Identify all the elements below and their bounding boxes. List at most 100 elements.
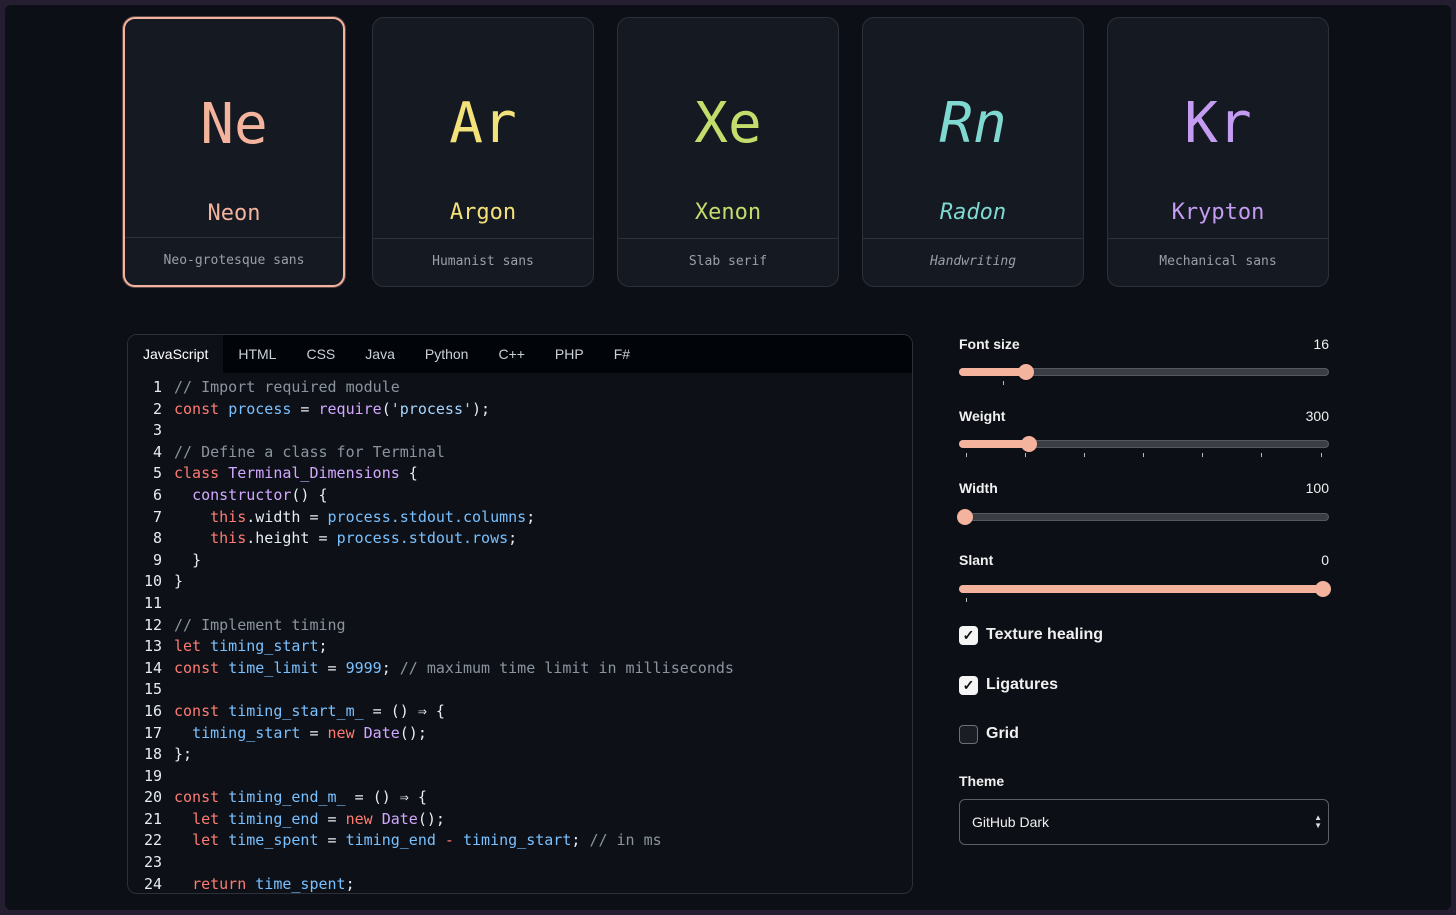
tab-cpp[interactable]: C++ [483,335,539,373]
slider-thumb[interactable] [957,509,973,525]
line-number: 8 [152,529,162,548]
code-line: 8 this.height = process.stdout.rows; [128,528,912,550]
weight-value: 300 [1305,408,1329,424]
slider-thumb[interactable] [1017,364,1034,380]
slant-slider[interactable] [959,581,1331,602]
code-line: 20 const timing_end_m_ = () ⇒ { [128,787,912,809]
line-number: 19 [143,766,162,785]
code-line: 18}; [128,744,912,766]
line-number: 24 [143,874,162,893]
line-number: 1 [152,378,162,396]
slider-tick [1084,453,1085,457]
font-size-slider[interactable] [959,364,1329,385]
code-line: 10} [128,571,912,593]
tab-fsharp[interactable]: F# [599,335,645,373]
font-card-argon[interactable]: Ar Argon Humanist sans [372,17,594,287]
line-number: 9 [152,550,162,569]
card-name: Radon [939,200,1007,225]
slant-value: 0 [1321,552,1329,568]
grid-checkbox[interactable]: Grid [959,724,1019,744]
code-line: 3 [128,420,912,442]
font-size-value: 16 [1313,336,1329,352]
font-size-label: Font size [959,336,1020,352]
card-name: Argon [449,200,517,225]
card-symbol: Rn [939,91,1007,156]
select-caret-icon: ▲ ▼ [1314,813,1322,830]
font-card-xenon[interactable]: Xe Xenon Slab serif [617,17,839,287]
width-value: 100 [1305,480,1329,496]
card-name: Neon [207,201,261,226]
line-number: 3 [152,421,162,440]
code-line: 16 const timing_start_m_ = () ⇒ { [128,701,912,723]
line-number: 23 [143,853,162,872]
weight-slider[interactable] [959,436,1329,457]
tab-java[interactable]: Java [350,335,410,373]
code-line: 4// Define a class for Terminal [128,442,912,464]
line-number: 21 [143,809,162,828]
width-slider[interactable] [957,509,1329,525]
line-number: 18 [143,745,162,764]
card-symbol: Ne [200,92,268,157]
font-card-krypton[interactable]: Kr Krypton Mechanical sans [1107,17,1329,287]
line-number: 6 [152,485,162,504]
line-number: 16 [143,701,162,720]
checkbox-label: Ligatures [986,676,1059,693]
card-description: Mechanical sans [1108,238,1328,286]
tab-php[interactable]: PHP [540,335,599,373]
slider-tick [1025,453,1026,457]
slant-label: Slant [959,552,994,568]
tab-python[interactable]: Python [410,335,484,373]
line-number: 5 [152,464,162,483]
checkbox-box[interactable]: ✓ [959,625,978,645]
app-frame: Ne Neon Neo-grotesque sans Ar Argon Huma… [5,5,1451,910]
code-area[interactable]: 1// Import required module 2 const proces… [128,373,912,893]
tab-html[interactable]: HTML [223,335,291,373]
font-card-radon[interactable]: Rn Radon Handwriting [862,17,1084,287]
slider-tick [1003,381,1004,385]
code-line: 9 } [128,550,912,572]
code-line: 23 [128,852,912,874]
slider-track [959,513,1329,521]
ligatures-checkbox[interactable]: ✓ Ligatures [959,675,1058,695]
card-symbol: Xe [694,91,762,156]
code-line: 13 let timing_start; [128,636,912,658]
line-number: 2 [152,399,162,418]
code-line: 17 timing_start = new Date(); [128,723,912,745]
tab-javascript[interactable]: JavaScript [128,335,224,373]
code-line: 2 const process = require('process'); [128,399,912,421]
texture-healing-checkbox[interactable]: ✓ Texture healing [959,625,1103,645]
checkbox-box[interactable]: ✓ [959,675,978,695]
card-description: Slab serif [618,238,838,286]
code-line: 19 [128,766,912,788]
width-label: Width [959,480,998,496]
theme-selected-value: GitHub Dark [972,814,1050,830]
slider-thumb[interactable] [1315,581,1331,597]
line-number: 4 [152,442,162,461]
card-description: Humanist sans [373,238,593,286]
code-line: 24 return time_spent; [128,874,912,893]
slider-thumb[interactable] [1021,436,1038,452]
line-number: 10 [143,572,162,591]
line-number: 11 [143,593,162,612]
slider-tick [1202,453,1203,457]
code-line: 15 [128,679,912,701]
checkbox-label: Grid [986,725,1019,742]
card-name: Krypton [1171,200,1265,225]
theme-select[interactable]: GitHub Dark ▲ ▼ [959,799,1329,845]
line-number: 12 [143,615,162,634]
line-number: 14 [143,658,162,677]
line-number: 17 [143,723,162,742]
checkbox-box[interactable] [959,724,978,744]
slider-fill [959,585,1325,593]
code-line: 1// Import required module [128,377,912,399]
card-symbol: Kr [1184,91,1252,156]
line-number: 20 [143,788,162,807]
code-line: 5 class Terminal_Dimensions { [128,463,912,485]
code-editor[interactable]: JavaScript HTML CSS Java Python C++ PHP … [127,334,913,894]
code-line: 12// Implement timing [128,615,912,637]
font-card-neon[interactable]: Ne Neon Neo-grotesque sans [123,17,345,287]
code-line: 11 [128,593,912,615]
code-line: 14 const time_limit = 9999; // maximum ti… [128,658,912,680]
weight-label: Weight [959,408,1006,424]
tab-css[interactable]: CSS [291,335,350,373]
